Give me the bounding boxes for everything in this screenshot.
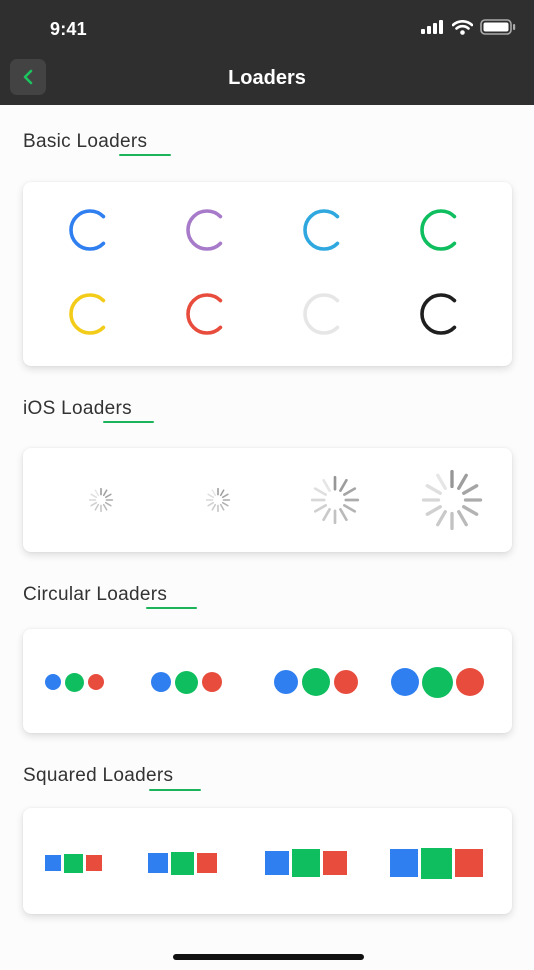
loader-dot-red <box>88 674 104 690</box>
section-title-ios: iOS Loaders <box>23 398 132 419</box>
loader-square-blue <box>265 851 289 875</box>
loader-dot-green <box>302 668 330 696</box>
circular-loader <box>391 665 484 699</box>
spinner-yellow <box>65 289 115 339</box>
section-title-basic: Basic Loaders <box>23 131 148 152</box>
spinner-blue <box>65 205 115 255</box>
loader-dot-blue <box>151 672 171 692</box>
loader-square-red <box>455 849 483 877</box>
top-bar: 9:41 Loaders <box>0 0 534 105</box>
battery-icon <box>480 19 516 35</box>
section-underline <box>149 789 201 791</box>
loader-square-green <box>292 849 320 877</box>
circular-loaders-card <box>23 629 512 733</box>
loader-dot-green <box>175 670 198 694</box>
ios-spinner <box>204 486 232 514</box>
home-indicator <box>173 954 364 960</box>
loader-dot-red <box>334 670 358 694</box>
loader-dot-red <box>456 668 484 696</box>
ios-loaders-card <box>23 448 512 552</box>
loader-dot-blue <box>45 674 61 690</box>
ios-spinner <box>87 486 115 514</box>
loader-square-red <box>323 851 347 875</box>
spinner-purple <box>182 205 232 255</box>
loader-square-green <box>64 853 83 873</box>
wifi-icon <box>452 19 473 35</box>
circular-loader <box>45 665 104 699</box>
section-underline <box>119 154 171 156</box>
circular-loader <box>274 665 358 699</box>
ios-spinner <box>420 468 484 532</box>
squared-loader <box>45 846 102 880</box>
spinner-red <box>182 289 232 339</box>
loader-square-blue <box>148 853 168 873</box>
loader-square-blue <box>45 855 61 871</box>
loader-square-blue <box>390 849 418 877</box>
basic-loaders-card <box>23 182 512 366</box>
spinner-green <box>416 205 466 255</box>
loader-dot-green <box>422 666 453 698</box>
status-time: 9:41 <box>50 19 87 39</box>
loader-dot-green <box>65 672 84 692</box>
status-icons <box>421 17 516 37</box>
spinner-cyan <box>299 205 349 255</box>
loader-square-green <box>171 851 194 875</box>
section-title-circular: Circular Loaders <box>23 584 168 605</box>
ios-spinner <box>309 474 361 526</box>
spinner-light <box>299 289 349 339</box>
squared-loader <box>148 846 217 880</box>
signal-icon <box>421 20 443 34</box>
squared-loader <box>265 846 347 880</box>
squared-loader <box>390 846 483 880</box>
loader-dot-blue <box>391 668 419 696</box>
loader-dot-red <box>202 672 222 692</box>
loader-square-red <box>86 855 102 871</box>
loader-dot-blue <box>274 670 298 694</box>
spinner-dark <box>416 289 466 339</box>
squared-loaders-card <box>23 808 512 914</box>
circular-loader <box>151 665 222 699</box>
section-title-squared: Squared Loaders <box>23 765 174 786</box>
page-title: Loaders <box>228 67 306 89</box>
loader-square-green <box>421 847 452 879</box>
section-underline <box>146 607 197 609</box>
section-underline <box>103 421 154 423</box>
loader-square-red <box>197 853 217 873</box>
